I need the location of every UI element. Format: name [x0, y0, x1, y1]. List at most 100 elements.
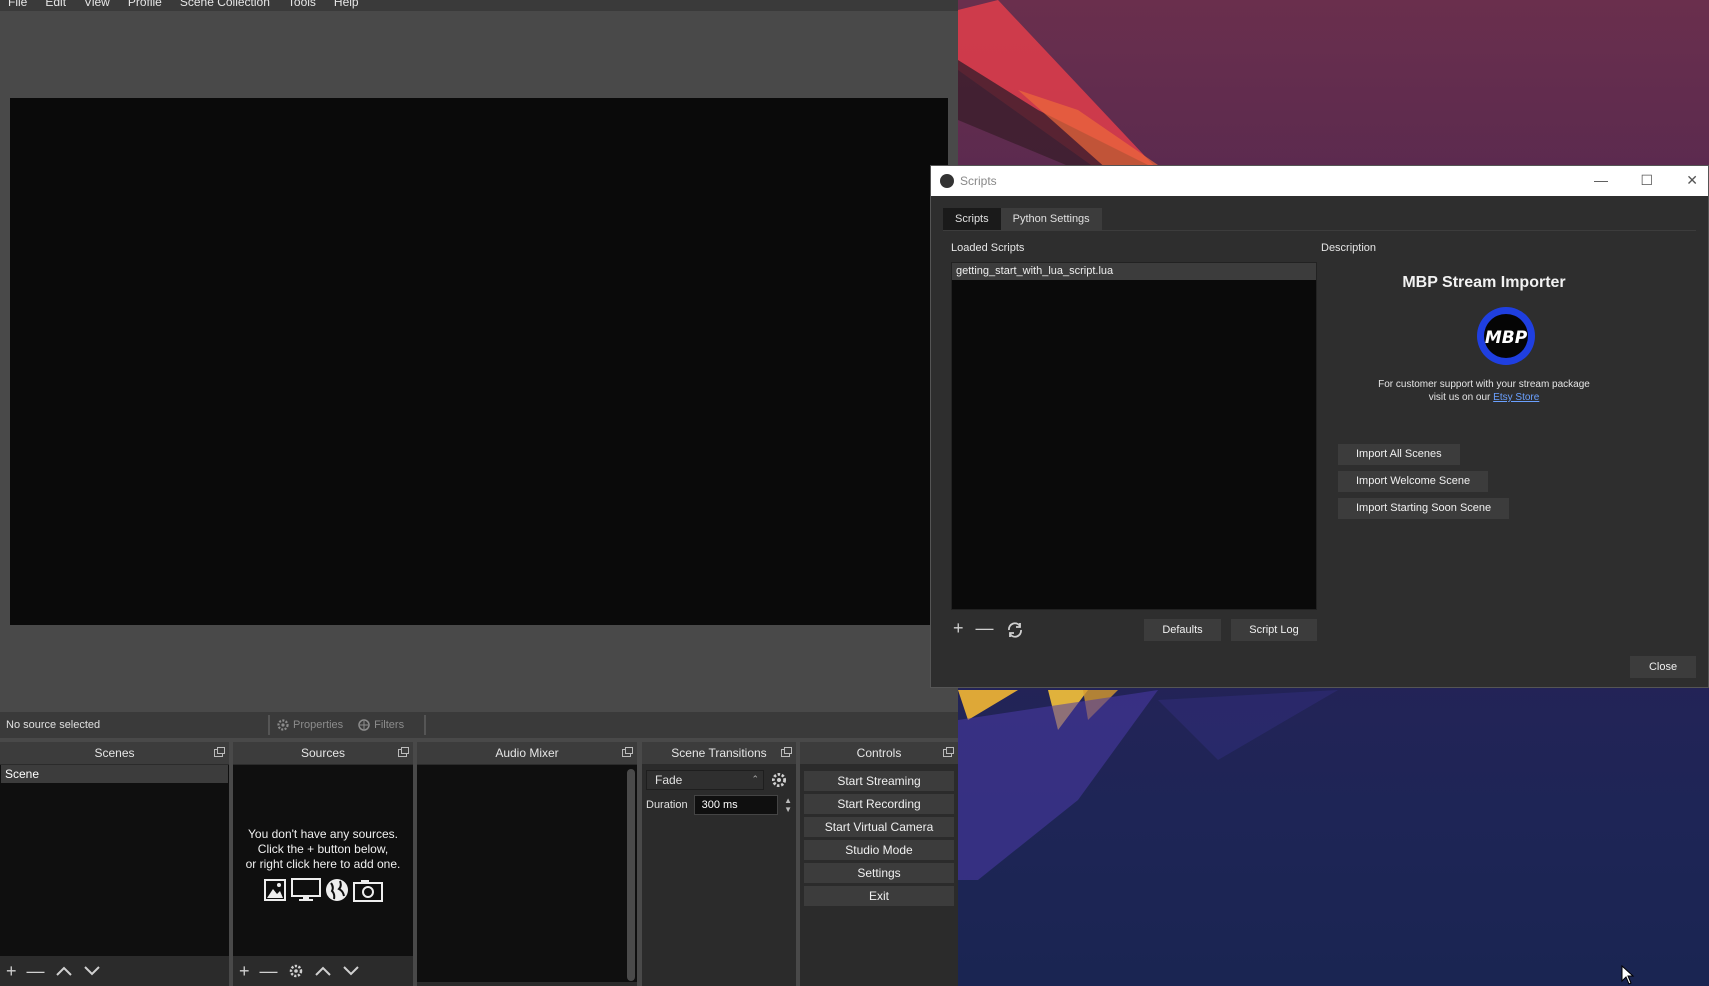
- preview-canvas[interactable]: [10, 98, 948, 625]
- float-dock-icon[interactable]: [214, 747, 225, 757]
- sources-title: Sources: [300, 746, 346, 760]
- script-list-item[interactable]: getting_start_with_lua_script.lua: [952, 263, 1316, 280]
- scene-transitions-body: Fade Duration 300 ms ▲ ▼: [642, 765, 796, 986]
- audio-mixer-dock-title: Audio Mixer: [417, 742, 637, 764]
- monitor-icon: [291, 878, 321, 901]
- obs-main-window: File Edit View Profile Scene Collection …: [0, 0, 958, 986]
- import-all-scenes-button[interactable]: Import All Scenes: [1338, 444, 1460, 465]
- script-description-title: MBP Stream Importer: [1402, 274, 1566, 291]
- scenes-list[interactable]: Scene: [0, 765, 229, 956]
- scenes-toolbar: + —: [0, 956, 229, 986]
- gear-icon[interactable]: [770, 771, 788, 789]
- support-text: For customer support with your stream pa…: [1321, 378, 1647, 404]
- chevron-up-icon[interactable]: [314, 965, 332, 977]
- filter-icon: [358, 719, 370, 731]
- menu-help[interactable]: Help: [334, 0, 359, 11]
- filters-button[interactable]: Filters: [357, 718, 404, 732]
- image-icon: [264, 879, 286, 901]
- script-log-button[interactable]: Script Log: [1231, 619, 1317, 641]
- close-icon[interactable]: ✕: [1686, 172, 1698, 189]
- import-welcome-scene-button[interactable]: Import Welcome Scene: [1338, 471, 1489, 492]
- mbp-logo: MBP: [1477, 307, 1535, 365]
- scene-transitions-dock: Scene Transitions Fade Duration 300 ms ▲…: [642, 742, 796, 986]
- menu-edit[interactable]: Edit: [45, 0, 66, 11]
- transition-select[interactable]: Fade: [646, 770, 764, 790]
- sources-list[interactable]: You don't have any sources. Click the + …: [233, 765, 413, 956]
- minimize-icon[interactable]: —: [1594, 172, 1608, 188]
- menu-view[interactable]: View: [84, 0, 110, 11]
- defaults-button[interactable]: Defaults: [1144, 619, 1221, 641]
- scenes-title: Scenes: [94, 746, 135, 760]
- globe-icon: [326, 879, 348, 901]
- add-icon[interactable]: +: [953, 618, 964, 639]
- float-dock-icon[interactable]: [781, 747, 792, 757]
- menu-profile[interactable]: Profile: [128, 0, 162, 11]
- no-sources-line-3: or right click here to add one.: [245, 857, 401, 871]
- transition-row: Fade: [642, 765, 796, 790]
- remove-icon[interactable]: —: [27, 961, 45, 982]
- sources-toolbar: + —: [233, 956, 413, 986]
- remove-icon[interactable]: —: [260, 961, 278, 982]
- duration-input[interactable]: 300 ms: [693, 795, 779, 815]
- menu-file[interactable]: File: [8, 0, 27, 11]
- float-dock-icon[interactable]: [622, 747, 633, 757]
- maximize-icon[interactable]: ☐: [1640, 172, 1653, 189]
- spin-up-icon[interactable]: ▲: [784, 796, 792, 805]
- support-line-1: For customer support with your stream pa…: [1378, 379, 1590, 390]
- spin-down-icon[interactable]: ▼: [784, 805, 792, 814]
- scenes-dock: Scenes Scene + —: [0, 742, 229, 986]
- import-starting-soon-scene-button[interactable]: Import Starting Soon Scene: [1338, 498, 1510, 519]
- add-icon[interactable]: +: [6, 961, 17, 982]
- add-icon[interactable]: +: [239, 961, 250, 982]
- duration-row: Duration 300 ms ▲ ▼: [642, 790, 796, 815]
- properties-button[interactable]: Properties: [276, 718, 343, 732]
- support-line-2: visit us on our Etsy Store: [1321, 391, 1647, 404]
- scene-item[interactable]: Scene: [1, 765, 228, 783]
- no-sources-line-1: You don't have any sources.: [248, 827, 398, 841]
- menu-tools[interactable]: Tools: [288, 0, 316, 11]
- scripts-dialog: Scripts — ☐ ✕ Scripts Python Settings Lo…: [930, 165, 1709, 688]
- scene-transitions-dock-title: Scene Transitions: [642, 742, 796, 764]
- remove-icon[interactable]: —: [976, 618, 994, 639]
- chevron-down-icon[interactable]: [83, 965, 101, 977]
- description-label: Description: [1321, 242, 1377, 254]
- camera-icon: [353, 880, 383, 902]
- scene-transitions-title: Scene Transitions: [671, 746, 767, 760]
- studio-mode-button[interactable]: Studio Mode: [804, 840, 954, 860]
- chevron-up-icon[interactable]: [55, 965, 73, 977]
- source-type-icons: [233, 878, 413, 902]
- tab-scripts[interactable]: Scripts: [943, 208, 1001, 230]
- duration-spinner[interactable]: ▲ ▼: [784, 796, 792, 814]
- settings-button[interactable]: Settings: [804, 863, 954, 883]
- no-sources-line-2: Click the + button below,: [257, 842, 389, 856]
- gear-icon: [277, 719, 289, 731]
- toolbar-separator: [268, 715, 270, 735]
- loaded-scripts-list[interactable]: getting_start_with_lua_script.lua: [951, 262, 1317, 610]
- etsy-store-link[interactable]: Etsy Store: [1493, 392, 1539, 403]
- dialog-titlebar[interactable]: Scripts — ☐ ✕: [931, 166, 1708, 196]
- tab-python-settings[interactable]: Python Settings: [1000, 208, 1102, 230]
- gear-icon[interactable]: [288, 963, 304, 979]
- float-dock-icon[interactable]: [398, 747, 409, 757]
- sources-dock: Sources You don't have any sources. Clic…: [233, 742, 413, 986]
- controls-body: Start Streaming Start Recording Start Vi…: [800, 765, 958, 986]
- start-virtual-camera-button[interactable]: Start Virtual Camera: [804, 817, 954, 837]
- properties-label: Properties: [293, 719, 344, 731]
- start-streaming-button[interactable]: Start Streaming: [804, 771, 954, 791]
- refresh-icon[interactable]: [1006, 621, 1024, 639]
- audio-mixer-scrollbar[interactable]: [627, 769, 635, 981]
- controls-dock: Controls Start Streaming Start Recording…: [800, 742, 958, 986]
- close-button[interactable]: Close: [1630, 656, 1696, 678]
- audio-mixer-body: [417, 765, 637, 982]
- toolbar-separator: [424, 715, 427, 735]
- exit-button[interactable]: Exit: [804, 886, 954, 906]
- audio-mixer-dock: Audio Mixer: [417, 742, 637, 986]
- dialog-title: Scripts: [960, 174, 997, 188]
- float-dock-icon[interactable]: [943, 747, 954, 757]
- chevron-down-icon[interactable]: [342, 965, 360, 977]
- menu-bar: File Edit View Profile Scene Collection …: [0, 0, 958, 11]
- filters-label: Filters: [374, 719, 405, 731]
- loaded-scripts-label: Loaded Scripts: [951, 242, 1025, 254]
- start-recording-button[interactable]: Start Recording: [804, 794, 954, 814]
- menu-scene-collection[interactable]: Scene Collection: [180, 0, 270, 11]
